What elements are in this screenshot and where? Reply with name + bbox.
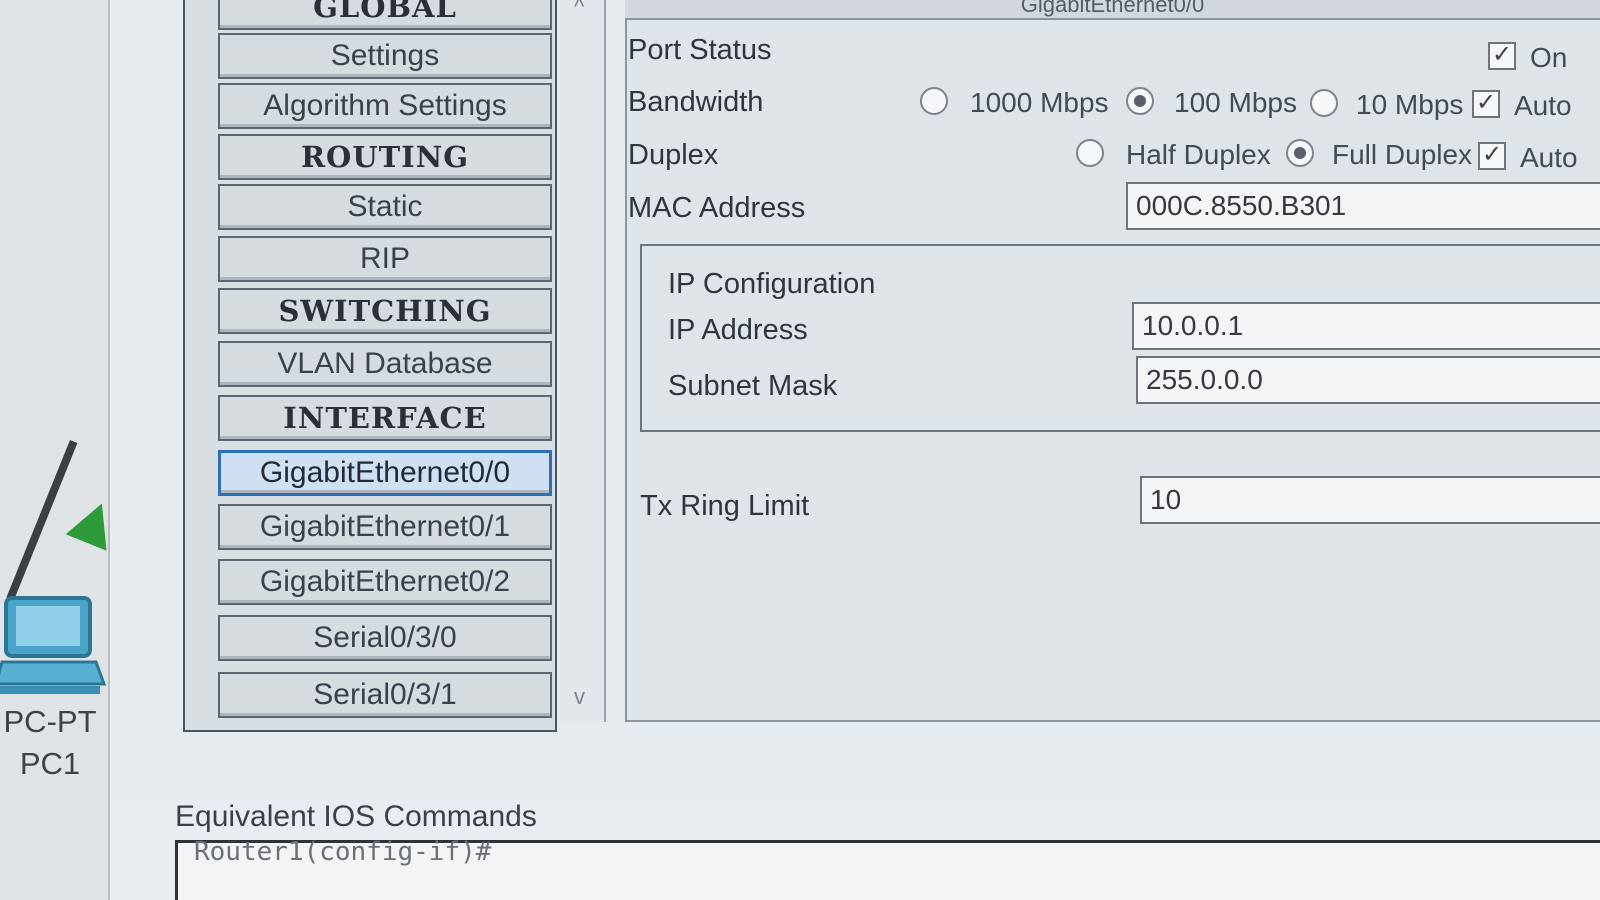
mac-address-field[interactable]: 000C.8550.B301 (1126, 182, 1600, 230)
menu-header-switching[interactable]: SWITCHING (218, 288, 552, 334)
bandwidth-10-label: 10 Mbps (1356, 89, 1464, 120)
bandwidth-auto-checkbox[interactable]: ✓ (1472, 90, 1500, 118)
port-status-label: Port Status (628, 34, 772, 66)
menu-header-interface[interactable]: INTERFACE (218, 395, 552, 441)
menu-item-gigabitethernet0-0[interactable]: GigabitEthernet0/0 (218, 450, 552, 496)
bandwidth-1000-radio[interactable] (920, 87, 948, 115)
port-status-on-checkbox[interactable]: ✓ (1488, 42, 1516, 70)
menu-item-vlan-database[interactable]: VLAN Database (218, 341, 552, 387)
menu-item-gigabitethernet0-1[interactable]: GigabitEthernet0/1 (218, 504, 552, 550)
bandwidth-1000-label: 1000 Mbps (970, 87, 1109, 118)
duplex-auto-checkbox[interactable]: ✓ (1478, 142, 1506, 170)
menu-item-static[interactable]: Static (218, 184, 552, 230)
duplex-label: Duplex (628, 139, 719, 171)
menu-item-serial0-3-1[interactable]: Serial0/3/1 (218, 672, 552, 718)
duplex-half-radio[interactable] (1076, 139, 1104, 167)
bandwidth-auto-label: Auto (1514, 90, 1572, 121)
duplex-auto-label: Auto (1520, 142, 1578, 173)
ios-console-text: Router1(config-if)# (194, 837, 492, 867)
subnet-mask-label: Subnet Mask (668, 370, 838, 402)
interface-title: GigabitEthernet0/0 (625, 0, 1600, 20)
duplex-full-radio[interactable] (1286, 139, 1314, 167)
scroll-up-icon[interactable]: ^ (574, 0, 584, 20)
menu-header-routing[interactable]: ROUTING (218, 134, 552, 180)
pc-icon[interactable] (0, 592, 110, 702)
port-status-on-label: On (1530, 42, 1568, 73)
bandwidth-label: Bandwidth (628, 86, 764, 118)
menu-item-serial0-3-0[interactable]: Serial0/3/0 (218, 615, 552, 661)
duplex-full-label: Full Duplex (1332, 139, 1473, 170)
menu-header-global[interactable]: GLOBAL (218, 0, 552, 30)
device-name-label: PC1 (19, 746, 81, 781)
tx-ring-limit-field[interactable]: 10 (1140, 476, 1600, 524)
device-type-label: PC-PT (3, 704, 97, 739)
ios-commands-label: Equivalent IOS Commands (175, 800, 537, 833)
menu-item-rip[interactable]: RIP (218, 236, 552, 282)
ip-configuration-title: IP Configuration (668, 268, 876, 300)
scroll-down-icon[interactable]: v (574, 684, 585, 710)
bandwidth-10-radio[interactable] (1310, 89, 1338, 117)
menu-item-algorithm-settings[interactable]: Algorithm Settings (218, 83, 552, 129)
workspace-divider (108, 0, 110, 900)
ios-commands-console[interactable]: Router1(config-if)# (175, 837, 1600, 900)
tx-ring-limit-label: Tx Ring Limit (640, 490, 810, 522)
bandwidth-100-label: 100 Mbps (1174, 87, 1297, 118)
bandwidth-100-radio[interactable] (1126, 87, 1154, 115)
duplex-half-label: Half Duplex (1126, 139, 1271, 170)
ip-address-field[interactable]: 10.0.0.1 (1132, 302, 1600, 350)
menu-item-settings[interactable]: Settings (218, 33, 552, 79)
menu-scrollbar[interactable]: ^ v (560, 0, 606, 722)
menu-item-gigabitethernet0-2[interactable]: GigabitEthernet0/2 (218, 559, 552, 605)
subnet-mask-field[interactable]: 255.0.0.0 (1136, 356, 1600, 404)
mac-address-label: MAC Address (628, 192, 806, 224)
ip-address-label: IP Address (668, 314, 808, 346)
